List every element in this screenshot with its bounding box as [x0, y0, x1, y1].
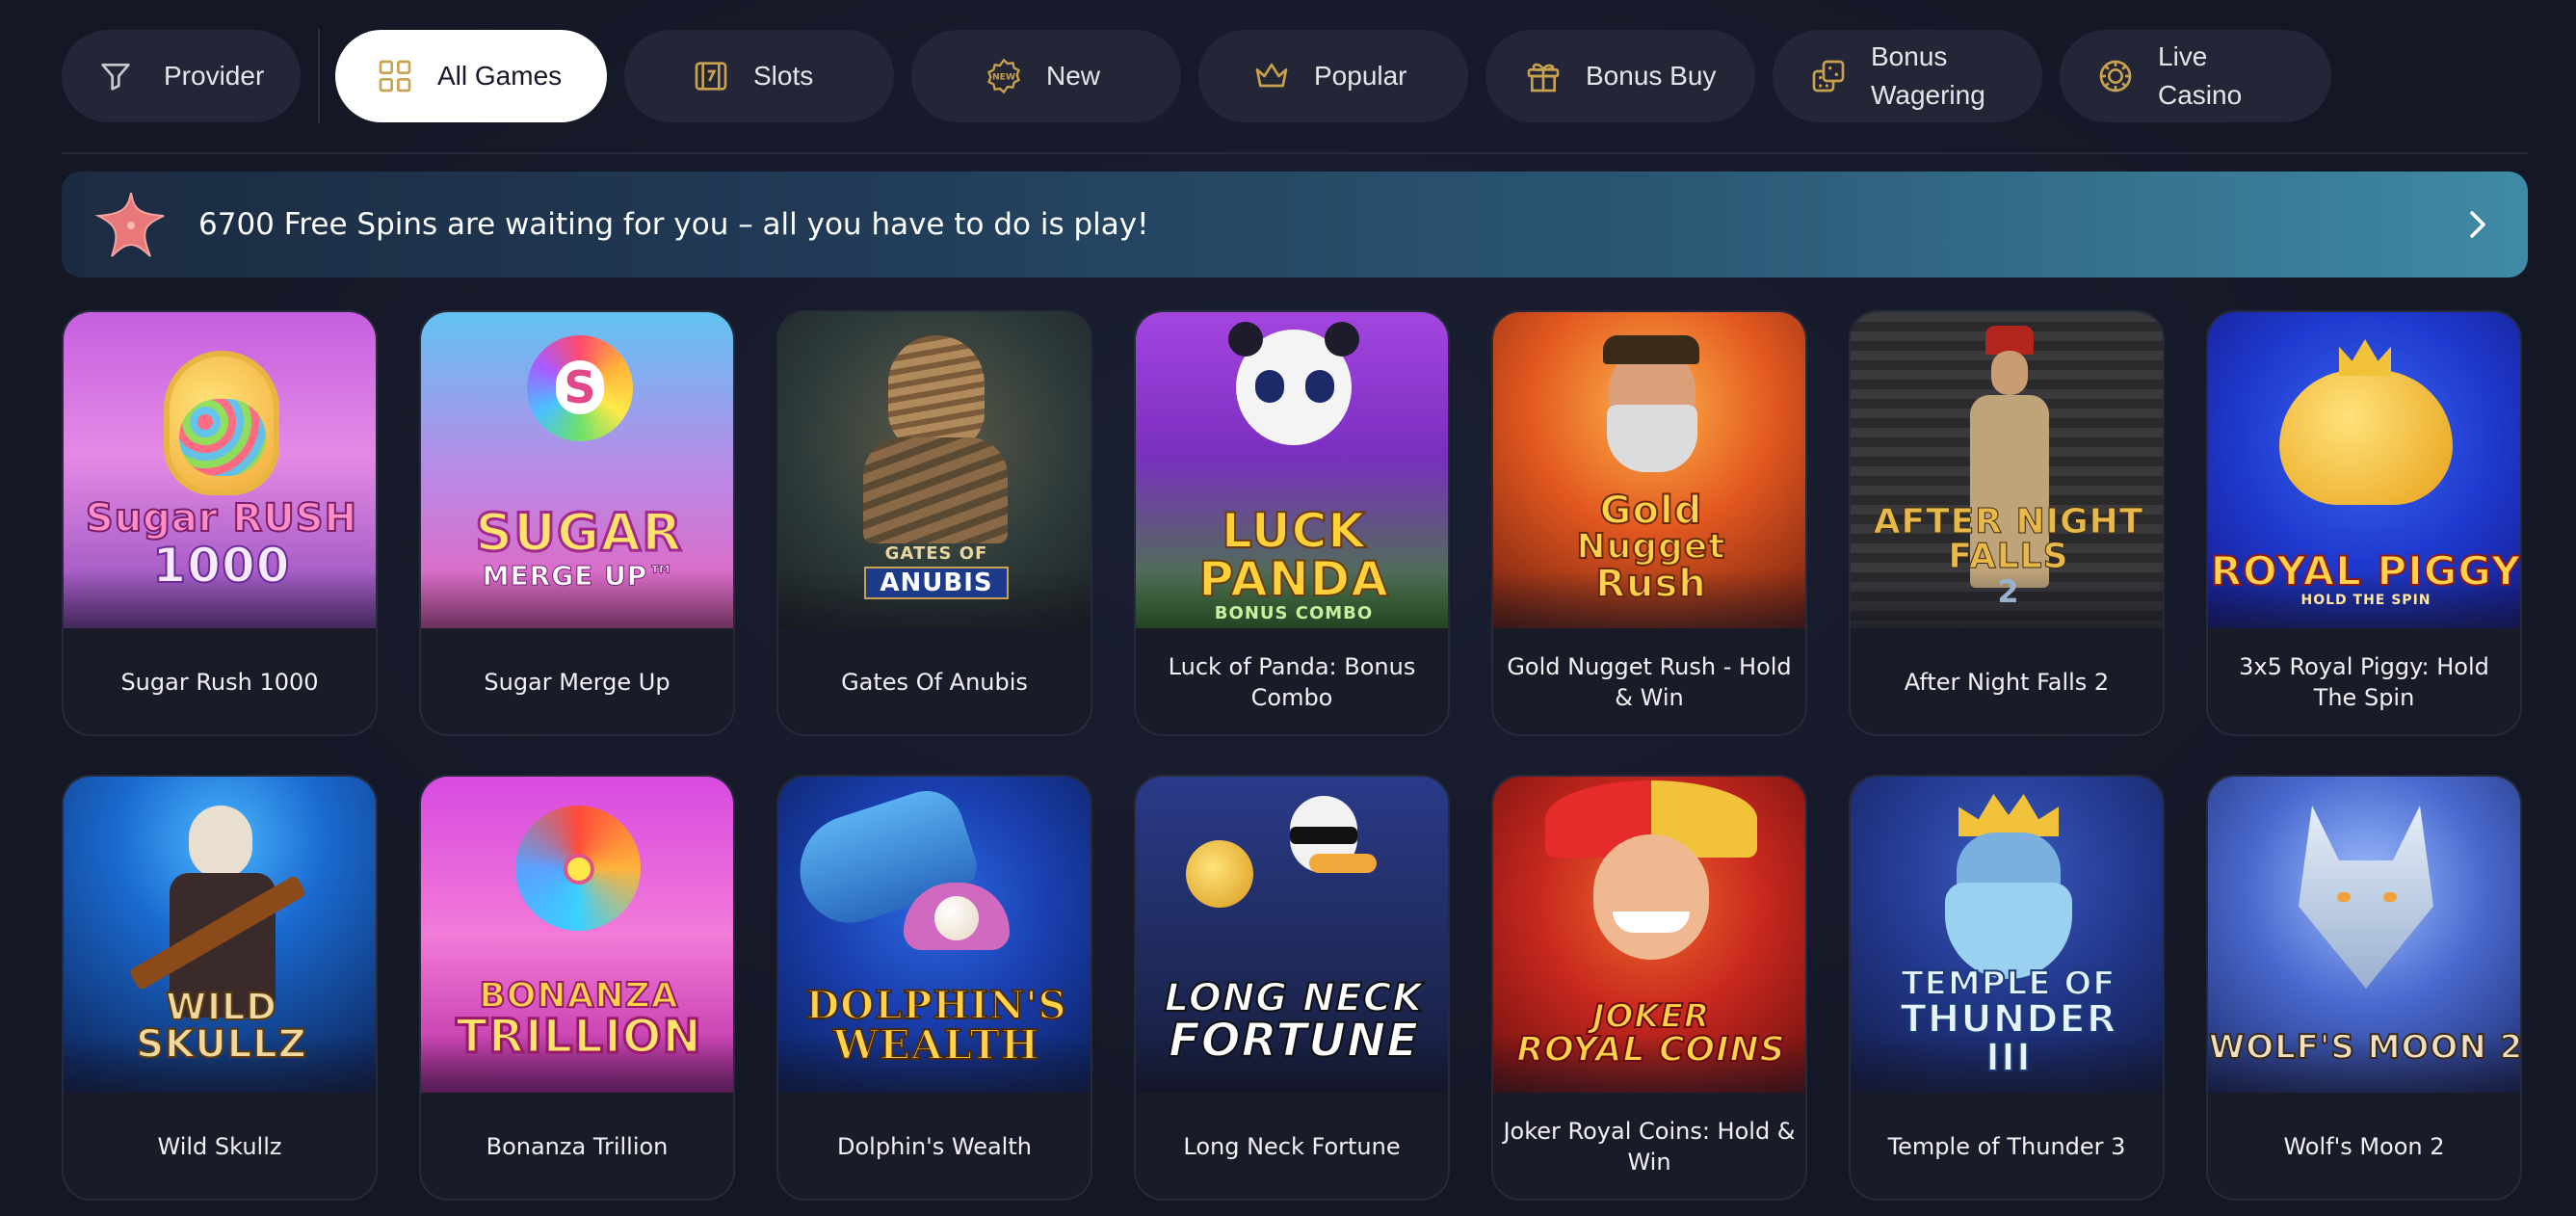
- game-thumbnail: ROYAL PIGGY HOLD THE SPIN: [2208, 312, 2522, 628]
- game-logo: GATES OF ANUBIS: [778, 545, 1091, 599]
- game-title: Sugar Rush 1000: [120, 669, 319, 696]
- game-logo: WILD SKULLZ: [135, 986, 307, 1067]
- casino-chip-icon: [2094, 55, 2137, 97]
- category-filter-bar: Provider All Games Slots NEW New Popular…: [62, 29, 2349, 123]
- casino-lobby: Provider All Games Slots NEW New Popular…: [0, 0, 2576, 1216]
- game-thumbnail: S SUGAR MERGE UP™: [421, 312, 733, 628]
- filter-divider: [318, 29, 320, 123]
- free-spins-promo-banner[interactable]: 6700 Free Spins are waiting for you – al…: [62, 172, 2528, 278]
- game-grid: Sugar RUSH 1000 Sugar Rush 1000 S SUGAR …: [62, 310, 2528, 1201]
- game-logo: ROYAL PIGGY HOLD THE SPIN: [2210, 547, 2522, 608]
- game-thumbnail: WILD SKULLZ: [64, 777, 376, 1093]
- tab-popular[interactable]: Popular: [1198, 30, 1468, 122]
- game-title: Gold Nugget Rush - Hold & Win: [1507, 653, 1792, 711]
- chevron-right-icon[interactable]: [2460, 207, 2495, 242]
- tab-bonus-wagering-label: Bonus Wagering: [1871, 41, 1985, 110]
- game-logo: TEMPLE OF THUNDER III: [1899, 965, 2117, 1080]
- starfish-icon: [94, 192, 165, 257]
- game-logo: LONG NECK FORTUNE: [1164, 976, 1424, 1068]
- tab-live-casino[interactable]: Live Casino: [2060, 30, 2331, 122]
- game-thumbnail: AFTER NIGHT FALLS 2: [1851, 312, 2163, 628]
- filter-icon: [94, 55, 137, 97]
- game-card[interactable]: WILD SKULLZ Wild Skullz: [62, 775, 378, 1201]
- game-title: After Night Falls 2: [1904, 669, 2110, 696]
- game-card[interactable]: JOKER ROYAL COINS Joker Royal Coins: Hol…: [1491, 775, 1807, 1201]
- tab-new[interactable]: NEW New: [911, 30, 1181, 122]
- game-card[interactable]: Sugar RUSH 1000 Sugar Rush 1000: [62, 310, 378, 736]
- game-logo: DOLPHIN'S WEALTH: [805, 983, 1067, 1069]
- game-title: Long Neck Fortune: [1183, 1133, 1401, 1160]
- game-thumbnail: WOLF'S MOON 2: [2208, 777, 2522, 1093]
- crown-icon: [1250, 55, 1293, 97]
- game-card[interactable]: ROYAL PIGGY HOLD THE SPIN 3x5 Royal Pigg…: [2206, 310, 2522, 736]
- game-thumbnail: Gold Nugget Rush: [1493, 312, 1805, 628]
- game-title: 3x5 Royal Piggy: Hold The Spin: [2239, 653, 2489, 711]
- provider-label: Provider: [164, 61, 265, 91]
- game-thumbnail: Sugar RUSH 1000: [64, 312, 376, 628]
- game-title: Bonanza Trillion: [486, 1133, 669, 1160]
- game-card[interactable]: BONANZA TRILLION Bonanza Trillion: [419, 775, 735, 1201]
- game-thumbnail: TEMPLE OF THUNDER III: [1851, 777, 2163, 1093]
- tab-live-casino-label: Live Casino: [2158, 41, 2243, 110]
- game-title: Sugar Merge Up: [484, 669, 670, 696]
- tab-bonus-wagering[interactable]: Bonus Wagering: [1773, 30, 2042, 122]
- gift-icon: [1522, 55, 1564, 97]
- game-card[interactable]: Gold Nugget Rush Gold Nugget Rush - Hold…: [1491, 310, 1807, 736]
- game-title: Wolf's Moon 2: [2283, 1133, 2445, 1160]
- grid-icon: [374, 55, 416, 97]
- game-logo: BONANZA TRILLION: [455, 976, 703, 1064]
- tab-popular-label: Popular: [1314, 61, 1407, 91]
- game-title: Temple of Thunder 3: [1887, 1133, 2126, 1160]
- game-logo: AFTER NIGHT FALLS 2: [1873, 502, 2144, 610]
- tab-slots[interactable]: Slots: [624, 30, 894, 122]
- game-title: Luck of Panda: Bonus Combo: [1168, 653, 1416, 711]
- game-title: Joker Royal Coins: Hold & Win: [1503, 1118, 1796, 1176]
- tab-bonus-buy-label: Bonus Buy: [1586, 61, 1717, 91]
- game-card[interactable]: AFTER NIGHT FALLS 2 After Night Falls 2: [1849, 310, 2165, 736]
- tab-slots-label: Slots: [753, 61, 814, 91]
- game-logo: Sugar RUSH 1000: [85, 496, 358, 594]
- game-card[interactable]: S SUGAR MERGE UP™ Sugar Merge Up: [419, 310, 735, 736]
- game-logo: SUGAR MERGE UP™: [474, 502, 683, 592]
- svg-text:NEW: NEW: [992, 72, 1015, 83]
- section-divider: [62, 152, 2528, 154]
- game-card[interactable]: LONG NECK FORTUNE Long Neck Fortune: [1134, 775, 1450, 1201]
- game-card[interactable]: GATES OF ANUBIS Gates Of Anubis: [776, 310, 1092, 736]
- game-title: Wild Skullz: [157, 1133, 282, 1160]
- game-thumbnail: DOLPHIN'S WEALTH: [778, 777, 1091, 1093]
- new-badge-icon: NEW: [983, 55, 1025, 97]
- game-logo: WOLF'S MOON 2: [2208, 1028, 2522, 1067]
- game-title: Gates Of Anubis: [841, 669, 1028, 696]
- game-card[interactable]: TEMPLE OF THUNDER III Temple of Thunder …: [1849, 775, 2165, 1201]
- game-card[interactable]: WOLF'S MOON 2 Wolf's Moon 2: [2206, 775, 2522, 1201]
- tab-all-games[interactable]: All Games: [335, 30, 607, 122]
- tab-new-label: New: [1046, 61, 1101, 91]
- game-thumbnail: JOKER ROYAL COINS: [1493, 777, 1805, 1093]
- game-logo: JOKER ROYAL COINS: [1515, 997, 1786, 1070]
- game-card[interactable]: DOLPHIN'S WEALTH Dolphin's Wealth: [776, 775, 1092, 1201]
- game-thumbnail: LONG NECK FORTUNE: [1136, 777, 1448, 1093]
- game-thumbnail: BONANZA TRILLION: [421, 777, 733, 1093]
- game-title: Dolphin's Wealth: [837, 1133, 1032, 1160]
- dice-icon: [1807, 55, 1850, 97]
- game-card[interactable]: LUCK PANDA BONUS COMBO Luck of Panda: Bo…: [1134, 310, 1450, 736]
- provider-filter-button[interactable]: Provider: [62, 30, 301, 122]
- game-logo: Gold Nugget Rush: [1576, 489, 1726, 606]
- tab-bonus-buy[interactable]: Bonus Buy: [1485, 30, 1755, 122]
- promo-text: 6700 Free Spins are waiting for you – al…: [198, 207, 1149, 242]
- tab-all-games-label: All Games: [437, 61, 563, 91]
- game-thumbnail: LUCK PANDA BONUS COMBO: [1136, 312, 1448, 628]
- game-thumbnail: GATES OF ANUBIS: [778, 312, 1091, 628]
- slot-seven-icon: [690, 55, 732, 97]
- game-logo: LUCK PANDA BONUS COMBO: [1197, 503, 1389, 623]
